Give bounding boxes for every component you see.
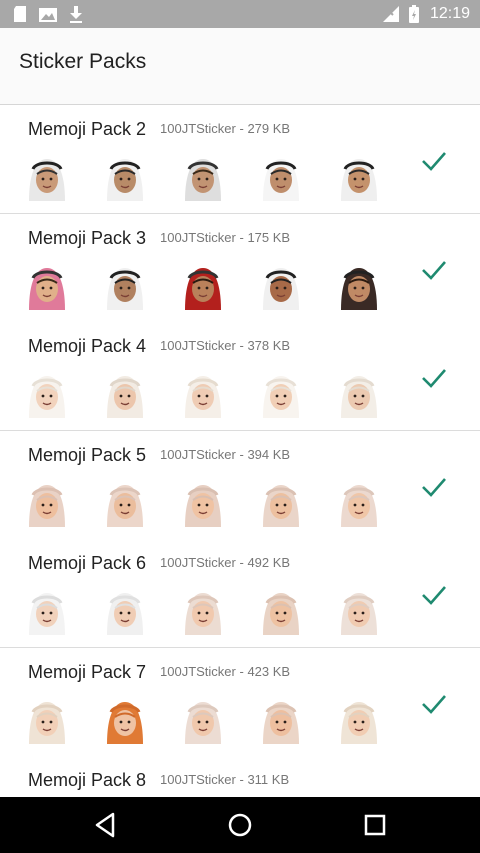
sticker-pack-row[interactable]: Memoji Pack 6 100JTSticker - 492 KB: [0, 539, 480, 648]
pack-publisher: 100JTSticker: [160, 230, 236, 245]
pack-name: Memoji Pack 2: [28, 119, 147, 139]
pack-publisher: 100JTSticker: [160, 555, 236, 570]
added-check-icon[interactable]: [420, 692, 448, 716]
sticker-thumbnail: [341, 593, 377, 635]
status-bar: 12:19: [0, 0, 480, 28]
pack-size: 394 KB: [247, 447, 291, 462]
sticker-thumbnail: [107, 485, 143, 527]
pack-meta: 100JTSticker - 279 KB: [160, 121, 290, 136]
pack-name: Memoji Pack 3: [28, 228, 147, 248]
signal-icon: [383, 6, 399, 22]
pack-publisher: 100JTSticker: [160, 121, 236, 136]
sticker-thumbnail: [263, 702, 299, 744]
pack-size: 378 KB: [247, 338, 291, 353]
sticker-pack-row[interactable]: Memoji Pack 4 100JTSticker - 378 KB: [0, 322, 480, 431]
sticker-thumbnail: [29, 702, 65, 744]
photo-icon: [39, 8, 57, 22]
sticker-preview-strip: [22, 587, 392, 637]
pack-size: 279 KB: [247, 121, 291, 136]
sticker-thumbnail: [29, 485, 65, 527]
navigation-bar: [0, 797, 480, 853]
sticker-thumbnail: [263, 485, 299, 527]
download-icon: [70, 6, 82, 23]
recents-icon[interactable]: [358, 809, 392, 841]
pack-name: Memoji Pack 7: [28, 662, 147, 682]
sticker-preview-strip: [22, 370, 392, 420]
sticker-thumbnail: [107, 376, 143, 418]
meta-separator: -: [235, 772, 248, 787]
battery-icon: [409, 5, 419, 23]
sticker-preview-strip: [22, 262, 392, 312]
pack-publisher: 100JTSticker: [160, 447, 236, 462]
sticker-thumbnail: [185, 485, 221, 527]
sticker-thumbnail: [29, 593, 65, 635]
pack-meta: 100JTSticker - 492 KB: [160, 555, 290, 570]
pack-name: Memoji Pack 4: [28, 336, 147, 356]
pack-meta: 100JTSticker - 311 KB: [160, 772, 289, 787]
sticker-thumbnail: [29, 268, 65, 310]
added-check-icon[interactable]: [420, 149, 448, 173]
sticker-thumbnail: [185, 593, 221, 635]
sticker-thumbnail: [341, 702, 377, 744]
added-check-icon[interactable]: [420, 366, 448, 390]
added-check-icon[interactable]: [420, 258, 448, 282]
sticker-thumbnail: [263, 159, 299, 201]
page-title: Sticker Packs: [19, 50, 147, 73]
pack-meta: 100JTSticker - 394 KB: [160, 447, 290, 462]
sticker-thumbnail: [107, 593, 143, 635]
meta-separator: -: [235, 230, 248, 245]
status-time: 12:19: [429, 5, 470, 22]
pack-name: Memoji Pack 6: [28, 553, 147, 573]
meta-separator: -: [235, 447, 248, 462]
sticker-thumbnail: [341, 485, 377, 527]
pack-publisher: 100JTSticker: [160, 772, 236, 787]
pack-meta: 100JTSticker - 423 KB: [160, 664, 290, 679]
pack-size: 175 KB: [247, 230, 291, 245]
sticker-pack-list[interactable]: Memoji Pack 2 100JTSticker - 279 KB Memoji…: [0, 105, 480, 797]
sticker-thumbnail: [263, 268, 299, 310]
sticker-thumbnail: [185, 376, 221, 418]
meta-separator: -: [235, 338, 248, 353]
pack-size: 311 KB: [247, 772, 290, 787]
meta-separator: -: [235, 555, 248, 570]
sticker-pack-row[interactable]: Memoji Pack 7 100JTSticker - 423 KB: [0, 648, 480, 757]
sticker-pack-row[interactable]: Memoji Pack 3 100JTSticker - 175 KB: [0, 214, 480, 323]
sticker-thumbnail: [341, 159, 377, 201]
sticker-thumbnail: [263, 376, 299, 418]
pack-size: 423 KB: [247, 664, 291, 679]
sticker-thumbnail: [29, 159, 65, 201]
sticker-preview-strip: [22, 696, 392, 746]
sticker-thumbnail: [185, 268, 221, 310]
pack-meta: 100JTSticker - 175 KB: [160, 230, 290, 245]
meta-separator: -: [235, 664, 248, 679]
sticker-preview-strip: [22, 479, 392, 529]
added-check-icon[interactable]: [420, 583, 448, 607]
pack-publisher: 100JTSticker: [160, 338, 236, 353]
sd-card-icon: [14, 6, 26, 22]
meta-separator: -: [235, 121, 248, 136]
sticker-thumbnail: [107, 159, 143, 201]
added-check-icon[interactable]: [420, 475, 448, 499]
home-icon[interactable]: [223, 809, 257, 841]
sticker-thumbnail: [107, 268, 143, 310]
sticker-preview-strip: [22, 153, 392, 203]
sticker-thumbnail: [29, 376, 65, 418]
pack-publisher: 100JTSticker: [160, 664, 236, 679]
back-icon[interactable]: [88, 809, 122, 841]
sticker-pack-row[interactable]: Memoji Pack 5 100JTSticker - 394 KB: [0, 431, 480, 540]
sticker-thumbnail: [185, 159, 221, 201]
sticker-thumbnail: [341, 376, 377, 418]
pack-name: Memoji Pack 5: [28, 445, 147, 465]
pack-size: 492 KB: [247, 555, 291, 570]
sticker-thumbnail: [185, 702, 221, 744]
sticker-thumbnail: [107, 702, 143, 744]
sticker-pack-row[interactable]: Memoji Pack 2 100JTSticker - 279 KB: [0, 105, 480, 214]
sticker-thumbnail: [263, 593, 299, 635]
sticker-pack-row[interactable]: Memoji Pack 8 100JTSticker - 311 KB: [0, 756, 480, 797]
sticker-thumbnail: [341, 268, 377, 310]
pack-meta: 100JTSticker - 378 KB: [160, 338, 290, 353]
pack-name: Memoji Pack 8: [28, 770, 147, 790]
app-bar: Sticker Packs: [0, 28, 480, 105]
